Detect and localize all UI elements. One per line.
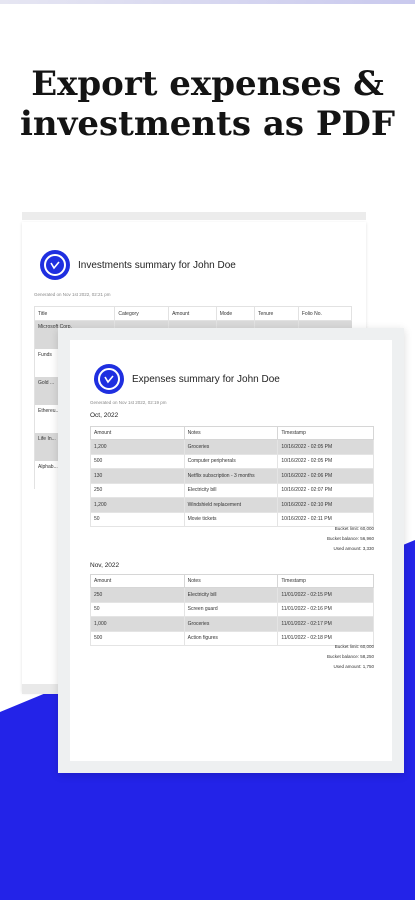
investments-doc-top-edge	[22, 212, 366, 220]
table-row: 50 Screen guard 11/01/2022 - 02:16 PM	[90, 601, 374, 617]
bucket-balance: Bucket balance: 58,250	[326, 654, 374, 659]
oct-summary: Bucket limit: 60,000 Bucket balance: 56,…	[90, 524, 374, 554]
table-row: 1,200 Windshield replacement 10/16/2022 - …	[90, 497, 374, 513]
expenses-table-nov: Amount Notes Timestamp 250 Electricity bi…	[90, 574, 374, 646]
notes-cell: Screen guard	[183, 601, 279, 617]
table-row: 500 Computer peripherals 10/16/2022 - 02:0…	[90, 453, 374, 469]
timestamp-cell: 11/01/2022 - 02:16 PM	[277, 601, 374, 617]
amount-cell: 50	[90, 601, 185, 617]
bucket-balance: Bucket balance: 56,960	[326, 536, 374, 541]
notes-cell: Groceries	[183, 616, 279, 632]
bucket-limit: Bucket limit: 60,000	[334, 644, 374, 649]
used-amount: Used amount: 3,330	[333, 546, 374, 551]
timestamp-cell: 11/01/2022 - 02:15 PM	[277, 587, 374, 603]
timestamp-cell: 10/16/2022 - 02:05 PM	[277, 453, 374, 469]
expenses-table-oct: Amount Notes Timestamp 1,200 Groceries 10/…	[90, 426, 374, 527]
column-header: Amount	[90, 426, 185, 440]
bucket-limit: Bucket limit: 60,000	[334, 526, 374, 531]
expenses-table-header: Amount Notes Timestamp	[90, 426, 374, 440]
timestamp-cell: 10/16/2022 - 02:06 PM	[277, 468, 374, 484]
app-logo-icon	[40, 250, 70, 280]
amount-cell: 1,000	[90, 616, 185, 632]
table-row: 250 Electricity bill 10/16/2022 - 02:07 PM	[90, 482, 374, 498]
column-header: Notes	[183, 574, 279, 588]
column-header: Folio No.	[297, 306, 353, 321]
month-label-oct: Oct, 2022	[90, 412, 119, 419]
headline-line-1: Export expenses &	[31, 64, 384, 104]
notes-cell: Computer peripherals	[183, 453, 279, 469]
nov-summary: Bucket limit: 60,000 Bucket balance: 58,…	[90, 642, 374, 672]
amount-cell: 130	[90, 468, 185, 484]
table-row: 130 Netflix subscription - 3 months 10/16/…	[90, 468, 374, 484]
notes-cell: Groceries	[183, 439, 279, 455]
amount-cell: 500	[90, 453, 185, 469]
used-amount: Used amount: 1,750	[333, 664, 374, 669]
column-header: Mode	[215, 306, 256, 321]
headline-line-2: investments as PDF	[19, 104, 396, 144]
timestamp-cell: 11/01/2022 - 02:17 PM	[277, 616, 374, 632]
column-header: Notes	[183, 426, 279, 440]
column-header: Timestamp	[277, 426, 374, 440]
notes-cell: Electricity bill	[183, 482, 279, 498]
investments-doc-header: Investments summary for John Doe	[40, 250, 236, 280]
app-logo-icon	[94, 364, 124, 394]
amount-cell: 250	[90, 482, 185, 498]
timestamp-cell: 10/16/2022 - 02:07 PM	[277, 482, 374, 498]
expenses-doc-generated: Generated on Nov 1st 2022, 02:19 pm	[90, 400, 167, 405]
investments-table-header: Title Category Amount Mode Tenure Folio …	[33, 306, 353, 321]
timestamp-cell: 10/16/2022 - 02:05 PM	[277, 439, 374, 455]
notes-cell: Netflix subscription - 3 months	[183, 468, 279, 484]
column-header: Amount	[90, 574, 185, 588]
expenses-doc-page: Expenses summary for John Doe Generated …	[70, 340, 392, 761]
table-row: 250 Electricity bill 11/01/2022 - 02:15 PM	[90, 587, 374, 603]
notes-cell: Windshield replacement	[183, 497, 279, 513]
expenses-table-header: Amount Notes Timestamp	[90, 574, 374, 588]
amount-cell: 1,200	[90, 497, 185, 513]
table-row: 1,200 Groceries 10/16/2022 - 02:05 PM	[90, 439, 374, 455]
column-header: Tenure	[254, 306, 299, 321]
amount-cell: 1,200	[90, 439, 185, 455]
investments-doc-generated: Generated on Nov 1st 2022, 02:21 pm	[34, 292, 111, 297]
column-header: Amount	[168, 306, 217, 321]
headline: Export expenses & investments as PDF	[0, 64, 415, 144]
timestamp-cell: 10/16/2022 - 02:10 PM	[277, 497, 374, 513]
amount-cell: 250	[90, 587, 185, 603]
month-label-nov: Nov, 2022	[90, 562, 120, 569]
expenses-doc-title: Expenses summary for John Doe	[132, 373, 280, 385]
column-header: Title	[33, 306, 116, 321]
expenses-doc-header: Expenses summary for John Doe	[94, 364, 280, 394]
column-header: Category	[114, 306, 170, 321]
column-header: Timestamp	[277, 574, 374, 588]
expenses-summary-document: Expenses summary for John Doe Generated …	[58, 328, 404, 773]
investments-doc-title: Investments summary for John Doe	[78, 259, 236, 271]
notes-cell: Electricity bill	[183, 587, 279, 603]
table-row: 1,000 Groceries 11/01/2022 - 02:17 PM	[90, 616, 374, 632]
